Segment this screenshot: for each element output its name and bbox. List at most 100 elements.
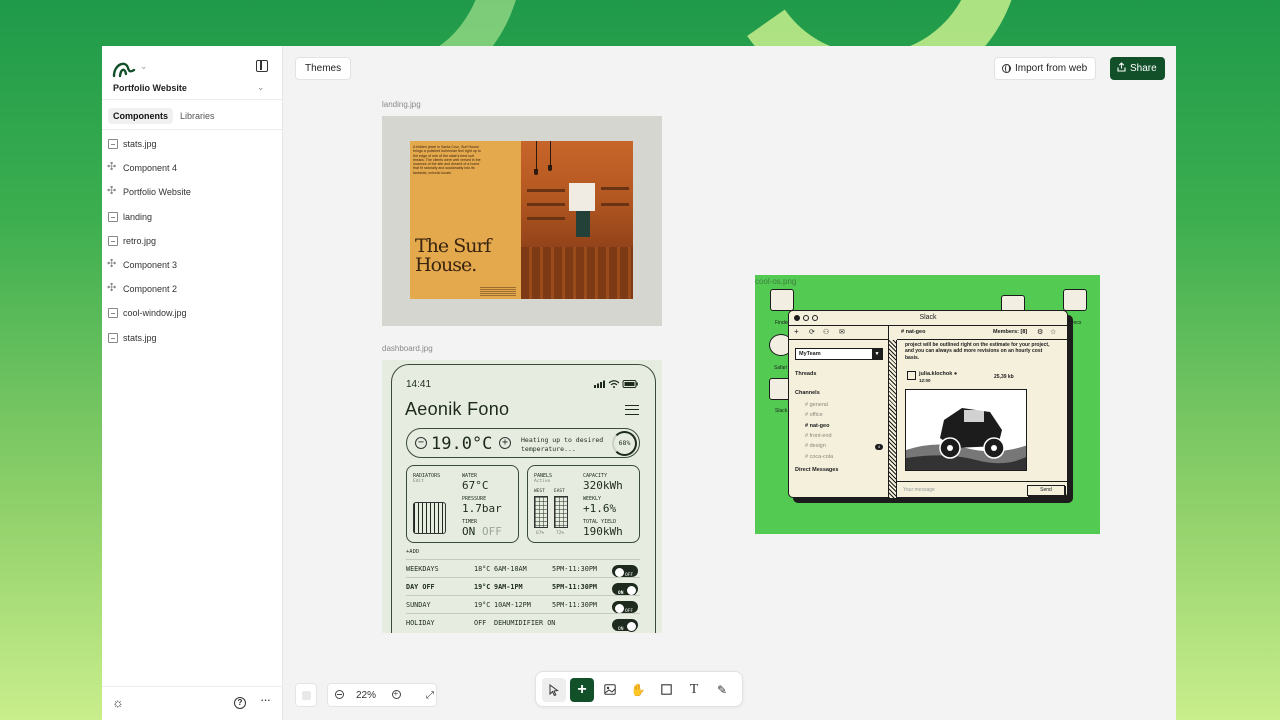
layer-item[interactable]: Portfolio Website bbox=[102, 180, 282, 204]
kitchen-art bbox=[576, 211, 590, 237]
solar-panel-icon bbox=[554, 496, 568, 528]
lamp bbox=[548, 165, 552, 171]
expand-icon[interactable]: ⤢ bbox=[426, 690, 434, 701]
west-pct: 67% bbox=[536, 531, 545, 536]
layer-item[interactable]: Component 3 bbox=[102, 253, 282, 277]
select-tool-icon[interactable] bbox=[542, 678, 566, 702]
layer-item-label: Component 4 bbox=[123, 163, 178, 174]
status-time: 14:41 bbox=[406, 379, 432, 390]
threads-item: Threads bbox=[795, 371, 817, 377]
avatar bbox=[907, 371, 916, 380]
layer-item[interactable]: Component 2 bbox=[102, 277, 282, 301]
layer-item[interactable]: cool-window.jpg bbox=[102, 301, 282, 325]
kitchen-window bbox=[569, 183, 595, 211]
folder-icon bbox=[1063, 289, 1087, 311]
image-tool-icon[interactable] bbox=[598, 678, 622, 702]
rectangle-tool-icon[interactable] bbox=[654, 678, 678, 702]
layer-item[interactable]: landing bbox=[102, 205, 282, 229]
plus-icon: + bbox=[499, 437, 511, 449]
tab-libraries[interactable]: Libraries bbox=[175, 108, 220, 124]
zoom-level[interactable]: 22% bbox=[356, 690, 376, 701]
layer-item[interactable]: stats.jpg bbox=[102, 326, 282, 350]
channel-item: # coca-cola bbox=[805, 453, 834, 460]
sidebar-toggle-icon[interactable] bbox=[256, 60, 268, 72]
frame-label[interactable]: cool-os.png bbox=[755, 277, 796, 286]
kitchen-counter bbox=[521, 247, 633, 299]
hand-tool-icon[interactable]: ✋ bbox=[626, 678, 650, 702]
radiator-icon bbox=[413, 502, 446, 534]
schedule-row: SUNDAY 19°C 10AM-12PM 5PM-11:30PM OFF bbox=[406, 595, 640, 614]
landing-title-line: House. bbox=[415, 254, 477, 276]
text-tool-icon[interactable]: T bbox=[682, 678, 706, 702]
app-logo-icon[interactable] bbox=[112, 58, 136, 78]
mail-icon: ✉ bbox=[839, 329, 845, 336]
sidebar-header: ⌄ Portfolio Website ⌄ bbox=[102, 46, 282, 100]
layer-item[interactable]: retro.jpg bbox=[102, 229, 282, 253]
message-input: Your message bbox=[903, 487, 935, 493]
desk-icon-label: Slack bbox=[775, 408, 788, 414]
schedule-temp: 19°C bbox=[474, 601, 491, 609]
solar-panel-icon bbox=[534, 496, 548, 528]
layer-item[interactable]: Component 4 bbox=[102, 156, 282, 180]
message-time: 12:00 bbox=[919, 378, 931, 383]
frame-label[interactable]: landing.jpg bbox=[382, 100, 421, 109]
sun-icon[interactable]: ☼ bbox=[112, 695, 124, 710]
image-icon bbox=[108, 235, 118, 246]
share-label: Share bbox=[1130, 63, 1157, 74]
lamp bbox=[534, 169, 538, 175]
minimap-toggle[interactable] bbox=[295, 683, 317, 707]
landing-image: A hidden jewel in Santa Cruz, Surf House… bbox=[410, 141, 633, 299]
window-titlebar: Slack bbox=[789, 311, 1067, 326]
more-icon[interactable]: ··· bbox=[260, 692, 271, 707]
app-window: ⌄ Portfolio Website ⌄ Components Librari… bbox=[102, 46, 1176, 720]
layer-item-label: stats.jpg bbox=[123, 139, 157, 150]
schedule-t2: 5PM-11:30PM bbox=[552, 583, 598, 591]
help-icon[interactable]: ? bbox=[234, 697, 246, 709]
chevron-down-icon[interactable]: ⌄ bbox=[140, 61, 148, 72]
schedule-t1: 10AM-12PM bbox=[494, 601, 531, 609]
add-tool-icon[interactable]: + bbox=[570, 678, 594, 702]
frame-label[interactable]: dashboard.jpg bbox=[382, 344, 433, 353]
window-title: Slack bbox=[919, 314, 937, 321]
themes-button[interactable]: Themes bbox=[295, 57, 352, 80]
channels-header: Channels bbox=[795, 390, 820, 396]
component-icon bbox=[107, 184, 118, 197]
channel-item: # office bbox=[805, 412, 823, 419]
zoom-in-icon[interactable] bbox=[392, 689, 401, 699]
component-icon bbox=[107, 281, 118, 294]
refresh-icon: ⟳ bbox=[809, 329, 815, 336]
share-button[interactable]: Share bbox=[1110, 57, 1165, 80]
layer-item-label: stats.jpg bbox=[123, 332, 157, 343]
schedule-toggle: OFF bbox=[612, 601, 638, 614]
slack-toolbar: + ⟳ ⚇ ✉ bbox=[789, 326, 889, 340]
pen-tool-icon[interactable]: ✎ bbox=[710, 678, 734, 702]
channel-item: # general bbox=[805, 402, 828, 408]
cool-os-frame[interactable]: Finder Safari Slack Docs Slack + ⟳ ⚇ ✉ M… bbox=[755, 275, 1100, 534]
channel-header: # nat-geo Members: [8] ⚙ ☆ bbox=[897, 326, 1069, 340]
landing-frame[interactable]: A hidden jewel in Santa Cruz, Surf House… bbox=[382, 116, 662, 326]
card-sub: Edit bbox=[413, 479, 424, 484]
zoom-out-icon[interactable] bbox=[335, 690, 344, 699]
east-label: EAST bbox=[554, 489, 565, 494]
schedule-row: HOLIDAY OFF DEHUMIDIFIER ON ON bbox=[406, 613, 640, 632]
add-user-icon: ⚇ bbox=[823, 329, 830, 336]
tab-components[interactable]: Components bbox=[108, 108, 173, 124]
send-button: Send bbox=[1027, 485, 1065, 496]
file-size: 25,39 kb bbox=[994, 374, 1014, 380]
west-label: WEST bbox=[534, 489, 545, 494]
landing-body-text bbox=[480, 287, 516, 297]
jeep-image bbox=[905, 389, 1027, 471]
chevron-down-icon[interactable]: ⌄ bbox=[257, 82, 265, 93]
dashboard-frame[interactable]: 14:41 Aeonik Fono − 19.0°C + Heating up … bbox=[382, 360, 662, 633]
project-name[interactable]: Portfolio Website bbox=[113, 83, 187, 93]
pressure-value: 1.7bar bbox=[462, 502, 502, 515]
landing-title: The Surf House. bbox=[415, 237, 492, 276]
import-from-web-button[interactable]: Import from web bbox=[994, 57, 1097, 80]
scrollbar bbox=[889, 340, 897, 498]
layer-item[interactable]: stats.jpg bbox=[102, 132, 282, 156]
jeep-illustration bbox=[906, 390, 1026, 470]
layer-list: stats.jpg Component 4 Portfolio Website lan… bbox=[102, 130, 282, 350]
card-sub: Active bbox=[534, 479, 551, 484]
layer-item-label: retro.jpg bbox=[123, 235, 157, 246]
layer-item-label: landing bbox=[123, 211, 153, 222]
